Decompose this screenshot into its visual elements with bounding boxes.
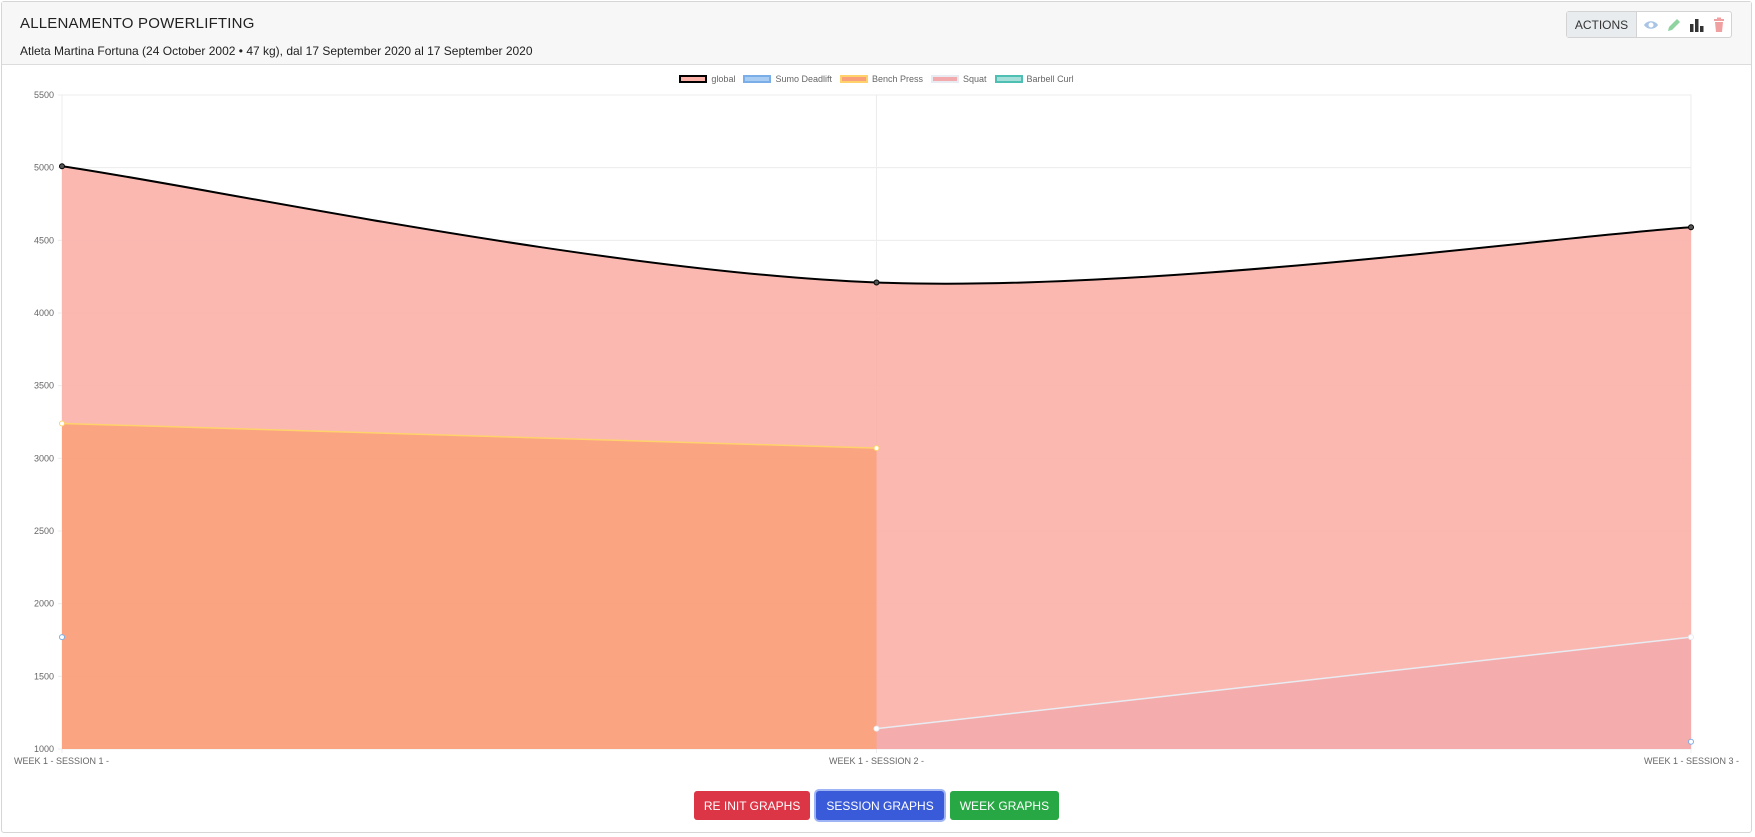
y-tick-label: 5500	[34, 90, 54, 100]
data-point-squat	[873, 725, 880, 732]
data-point-sumo-deadlift	[1688, 738, 1694, 745]
data-point-bench-press	[873, 445, 880, 452]
graph-buttons: RE INIT GRAPHS SESSION GRAPHS WEEK GRAPH…	[2, 791, 1751, 820]
data-point-squat	[1688, 634, 1694, 641]
data-point-bench-press	[59, 420, 65, 427]
y-tick-label: 4500	[34, 235, 54, 245]
week-graphs-button[interactable]: WEEK GRAPHS	[949, 791, 1060, 820]
y-tick-label: 2500	[34, 526, 54, 536]
data-point-sumo-deadlift	[59, 634, 65, 641]
y-tick-label: 2000	[34, 599, 54, 609]
y-tick-label: 1500	[34, 671, 54, 681]
x-tick-label: WEEK 1 - SESSION 1 -	[14, 756, 109, 766]
training-card: ALLENAMENTO POWERLIFTING Atleta Martina …	[1, 1, 1752, 833]
y-tick-label: 5000	[34, 163, 54, 173]
area-chart: 1000 1500 2000 2500 3000 3500 4000 4500 5000 5500…	[14, 90, 1739, 766]
x-tick-label: WEEK 1 - SESSION 3 -	[1644, 756, 1739, 766]
y-tick-label: 3500	[34, 381, 54, 391]
series-area-bench-press	[62, 423, 877, 749]
data-point-global	[873, 279, 880, 286]
reinit-graphs-button[interactable]: RE INIT GRAPHS	[693, 791, 811, 820]
y-tick-label: 3000	[34, 453, 54, 463]
data-point-global	[1688, 224, 1694, 231]
data-point-global	[59, 163, 65, 170]
x-tick-label: WEEK 1 - SESSION 2 -	[829, 756, 924, 766]
y-tick-label: 4000	[34, 308, 54, 318]
session-graphs-button[interactable]: SESSION GRAPHS	[816, 791, 944, 820]
y-tick-label: 1000	[34, 744, 54, 754]
